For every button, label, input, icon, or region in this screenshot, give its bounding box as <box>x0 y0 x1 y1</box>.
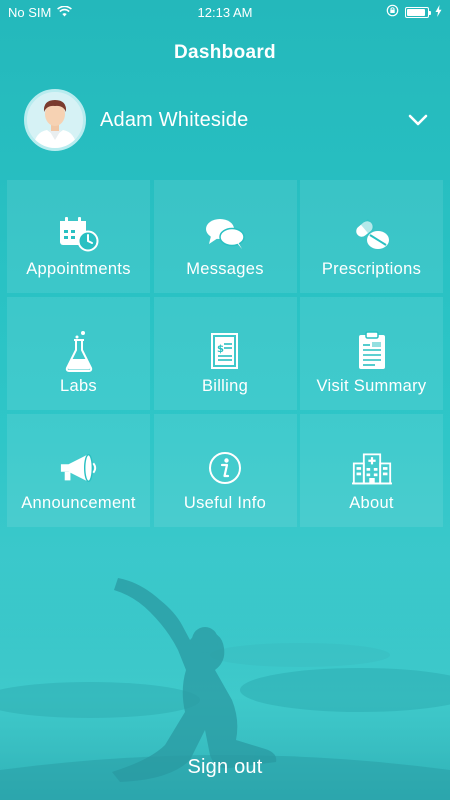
tile-visit-summary[interactable]: Visit Summary <box>300 297 443 410</box>
battery-level <box>407 8 425 16</box>
tile-about[interactable]: About <box>300 414 443 527</box>
tile-useful-info[interactable]: Useful Info <box>153 414 297 527</box>
dashboard-grid: Appointments Messages Prescriptions Labs… <box>7 180 443 527</box>
orientation-lock-icon <box>386 4 399 20</box>
tile-label: Prescriptions <box>321 260 422 278</box>
sign-out-area: Sign out <box>0 756 450 779</box>
tile-label: Labs <box>60 377 97 395</box>
carrier-label: No SIM <box>8 4 52 20</box>
sign-out-button[interactable]: Sign out <box>188 756 263 778</box>
tile-label: Visit Summary <box>316 377 427 395</box>
profile-name: Adam Whiteside <box>100 108 249 131</box>
profile-switcher[interactable]: Adam Whiteside <box>24 88 434 152</box>
tile-label: Messages <box>186 260 264 278</box>
flask-icon <box>59 331 99 372</box>
tile-billing[interactable]: $ Billing <box>153 297 297 410</box>
tile-messages[interactable]: Messages <box>153 180 297 293</box>
status-right <box>386 4 442 20</box>
tile-label: Announcement <box>21 494 136 512</box>
megaphone-icon <box>59 448 99 488</box>
chevron-down-icon[interactable] <box>406 108 430 132</box>
tile-prescriptions[interactable]: Prescriptions <box>300 180 443 293</box>
bill-icon: $ <box>205 331 245 371</box>
avatar <box>24 89 86 151</box>
page-title: Dashboard <box>174 42 276 63</box>
tile-appointments[interactable]: Appointments <box>7 180 150 293</box>
hospital-icon <box>351 448 392 488</box>
charging-bolt-icon <box>435 4 442 20</box>
status-left: No SIM <box>8 4 73 20</box>
tile-label: Billing <box>201 377 249 395</box>
tile-announcement[interactable]: Announcement <box>7 414 150 527</box>
tile-label: Useful Info <box>183 494 267 512</box>
pills-icon <box>352 214 392 254</box>
info-icon <box>205 448 245 488</box>
calendar-clock-icon <box>59 214 99 254</box>
clipboard-icon <box>352 331 392 371</box>
chat-bubbles-icon <box>205 214 245 254</box>
wifi-icon <box>57 5 73 20</box>
tile-label: Appointments <box>26 260 131 278</box>
battery-icon <box>405 6 431 18</box>
tile-label: About <box>349 494 394 512</box>
tile-labs[interactable]: Labs <box>7 297 150 410</box>
status-bar: No SIM 12:13 AM <box>0 0 450 24</box>
svg-text:$: $ <box>217 344 224 355</box>
